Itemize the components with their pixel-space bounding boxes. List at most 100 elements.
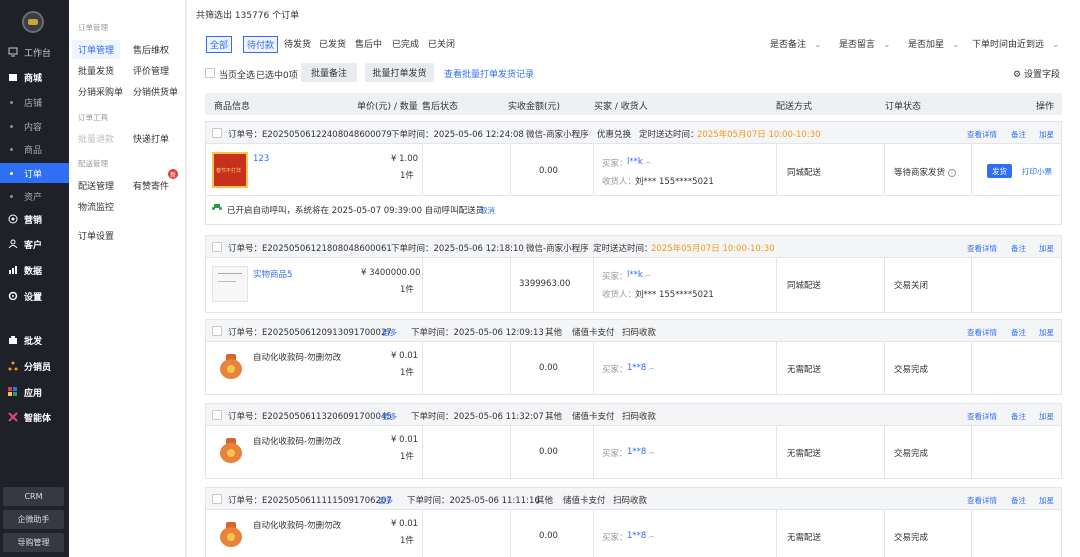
filter-star[interactable]: 是否加星 ⌄: [908, 37, 960, 50]
nav-sub-label: 订单: [24, 169, 43, 180]
product-image[interactable]: [212, 266, 248, 302]
tab-pending-payment[interactable]: 待付款: [243, 36, 279, 53]
print-receipt-link[interactable]: 打印小票: [1022, 166, 1052, 177]
view-details-link[interactable]: 查看详情: [967, 327, 997, 338]
batch-remark-button[interactable]: 批量备注: [301, 63, 357, 82]
ship-button[interactable]: 发货: [987, 164, 1012, 178]
nav-data-label: 数据: [24, 266, 43, 277]
menu-reviews[interactable]: 评价管理: [133, 64, 169, 77]
buyer-name[interactable]: l**k ෴: [627, 270, 651, 280]
cancel-auto-dispatch[interactable]: 取消: [480, 205, 495, 216]
shop-logo[interactable]: [22, 11, 44, 33]
product-name[interactable]: 自动化收款码-勿删勿改: [253, 519, 341, 531]
menu-logistics-monitor[interactable]: 物流监控: [78, 200, 114, 213]
product-name[interactable]: 实物商品5: [253, 268, 292, 280]
more-link[interactable]: 更多: [378, 495, 393, 506]
remark-link[interactable]: 备注: [1011, 327, 1026, 338]
view-details-link[interactable]: 查看详情: [967, 495, 997, 506]
tab-shipped[interactable]: 已发货: [316, 36, 349, 51]
star-link[interactable]: 加星: [1039, 495, 1054, 506]
buyer-name[interactable]: 1**8 ෴: [627, 531, 655, 541]
more-link[interactable]: 更多: [382, 411, 397, 422]
order-checkbox[interactable]: [212, 128, 222, 138]
buyer-label: 买家：: [602, 533, 628, 543]
menu-express-print[interactable]: 快递打单: [133, 132, 169, 145]
nav-sub-goods[interactable]: 商品: [0, 139, 69, 159]
nav-apps[interactable]: 应用: [0, 381, 69, 403]
order-card: 订单号：E20250506121808048600061 下单时间：2025-0…: [205, 235, 1062, 313]
filter-message[interactable]: 是否留言 ⌄: [839, 37, 891, 50]
order-checkbox[interactable]: [212, 494, 222, 504]
nav-sub-assets[interactable]: 资产: [0, 186, 69, 206]
quantity: 1件: [400, 536, 414, 546]
order-checkbox[interactable]: [212, 242, 222, 252]
menu-batch-ship[interactable]: 批量发货: [78, 64, 114, 77]
order-checkbox[interactable]: [212, 410, 222, 420]
wecom-assistant-button[interactable]: 企微助手: [3, 510, 64, 529]
menu-order-management[interactable]: 订单管理: [72, 40, 121, 59]
buyer-name[interactable]: 1**8 ෴: [627, 447, 655, 457]
nav-agent[interactable]: 智能体: [0, 406, 69, 428]
menu-after-sales[interactable]: 售后维权: [133, 43, 169, 56]
select-all-checkbox[interactable]: [205, 68, 215, 78]
view-details-link[interactable]: 查看详情: [967, 243, 997, 254]
remark-link[interactable]: 备注: [1011, 243, 1026, 254]
payment-method: 储值卡支付: [563, 496, 606, 506]
order-header: 订单号：E20250506113206091700045 更多 下单时间：202…: [206, 404, 1061, 426]
tab-all[interactable]: 全部: [206, 36, 233, 53]
receiver-label: 收货人：: [602, 290, 637, 300]
nav-workbench[interactable]: 工作台: [0, 41, 69, 63]
nav-data[interactable]: 数据: [0, 259, 69, 281]
product-name[interactable]: 自动化收款码-勿删勿改: [253, 435, 341, 447]
order-header: 订单号：E20250506121808048600061 下单时间：2025-0…: [206, 236, 1061, 258]
star-link[interactable]: 加星: [1039, 129, 1054, 140]
menu-delivery-management[interactable]: 配送管理: [78, 179, 114, 192]
filter-sort[interactable]: 下单时间由近到远 ⌄: [972, 37, 1060, 50]
batch-records-link[interactable]: 查看批量打单发货记录: [444, 67, 534, 80]
nav-settings[interactable]: 设置: [0, 285, 69, 307]
menu-distribution-purchase[interactable]: 分销采购单: [78, 85, 123, 98]
view-details-link[interactable]: 查看详情: [967, 129, 997, 140]
nav-distributor[interactable]: 分销员: [0, 355, 69, 377]
money-bag-icon: [220, 354, 242, 380]
filter-remark[interactable]: 是否备注 ⌄: [770, 37, 822, 50]
star-link[interactable]: 加星: [1039, 327, 1054, 338]
remark-link[interactable]: 备注: [1011, 495, 1026, 506]
crm-button[interactable]: CRM: [3, 487, 64, 506]
nav-sub-orders[interactable]: 订单: [0, 163, 69, 183]
menu-distribution-supply[interactable]: 分销供货单: [133, 85, 178, 98]
menu-youzan-send[interactable]: 有赞寄件: [133, 179, 169, 192]
filter-label: 是否备注: [770, 40, 807, 50]
buyer-name[interactable]: l**k ෴: [627, 157, 651, 167]
col-price-qty: 单价(元) / 数量: [357, 102, 418, 112]
buyer-name[interactable]: 1**8 ෴: [627, 363, 655, 373]
nav-store[interactable]: 商城: [0, 66, 69, 88]
nav-sub-content[interactable]: 内容: [0, 116, 69, 136]
view-details-link[interactable]: 查看详情: [967, 411, 997, 422]
remark-link[interactable]: 备注: [1011, 129, 1026, 140]
menu-order-settings[interactable]: 订单设置: [78, 229, 114, 242]
nav-wholesale[interactable]: 批发: [0, 329, 69, 351]
tab-after-sale[interactable]: 售后中: [352, 36, 385, 51]
nav-marketing[interactable]: 营销: [0, 208, 69, 230]
menu-section-orders: 订单管理: [78, 23, 108, 32]
remark-link[interactable]: 备注: [1011, 411, 1026, 422]
unit-price: ¥ 1.00: [391, 154, 419, 164]
tab-pending-ship[interactable]: 待发货: [281, 36, 314, 51]
tab-completed[interactable]: 已完成: [389, 36, 422, 51]
nav-customer[interactable]: 客户: [0, 233, 69, 255]
info-icon[interactable]: i: [948, 168, 957, 177]
star-link[interactable]: 加星: [1039, 411, 1054, 422]
batch-print-ship-button[interactable]: 批量打单发货: [365, 63, 434, 82]
guide-management-button[interactable]: 导购管理: [3, 533, 64, 552]
star-link[interactable]: 加星: [1039, 243, 1054, 254]
nav-sub-label: 店铺: [24, 98, 43, 109]
product-name[interactable]: 123: [253, 154, 269, 164]
product-name[interactable]: 自动化收款码-勿删勿改: [253, 351, 341, 363]
order-checkbox[interactable]: [212, 326, 222, 336]
tab-closed[interactable]: 已关闭: [425, 36, 458, 51]
nav-sub-shop[interactable]: 店铺: [0, 92, 69, 112]
product-image[interactable]: [212, 152, 248, 188]
set-fields-button[interactable]: ⚙ 设置字段: [1013, 67, 1060, 80]
more-link[interactable]: 更多: [382, 327, 397, 338]
